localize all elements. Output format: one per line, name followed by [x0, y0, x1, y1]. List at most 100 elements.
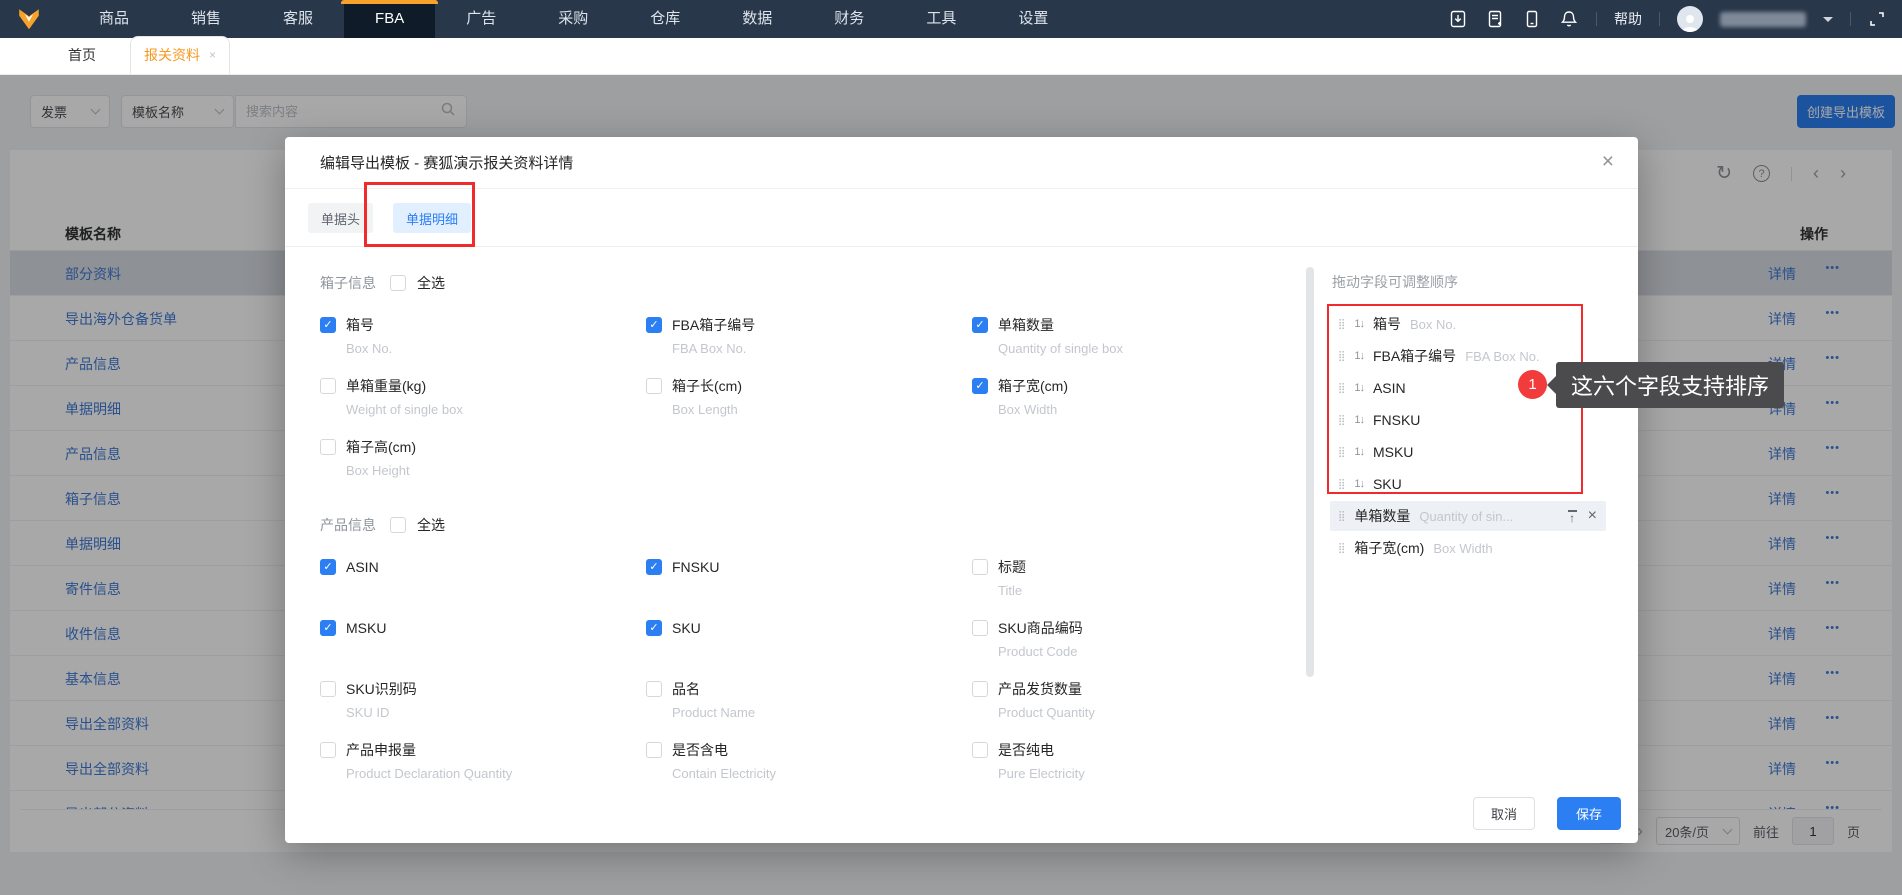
field-option[interactable]: ASIN: [320, 559, 646, 599]
close-modal-icon[interactable]: ×: [1602, 150, 1614, 174]
sortable-field-row[interactable]: ⣿ 1↓ SKU: [1330, 469, 1606, 499]
field-option[interactable]: 是否纯电 Pure Electricity: [972, 742, 1298, 782]
field-checkbox[interactable]: [320, 742, 336, 758]
field-checkbox[interactable]: [320, 559, 336, 575]
field-checkbox[interactable]: [972, 378, 988, 394]
sort-icon[interactable]: 1↓: [1354, 446, 1365, 458]
field-name-en: Quantity of sin...: [1419, 508, 1514, 524]
tab-customs-data[interactable]: 报关资料 ×: [130, 36, 231, 74]
field-checkbox[interactable]: [646, 681, 662, 697]
drag-handle-icon[interactable]: ⣿: [1338, 319, 1345, 330]
field-checkbox[interactable]: [646, 317, 662, 333]
sortable-field-row[interactable]: ⣿ 1↓ MSKU: [1330, 437, 1606, 467]
username-redacted[interactable]: [1720, 11, 1806, 27]
field-option[interactable]: 箱子宽(cm) Box Width: [972, 378, 1298, 418]
field-option[interactable]: 箱子高(cm) Box Height: [320, 439, 646, 479]
field-checkbox[interactable]: [320, 439, 336, 455]
field-option[interactable]: SKU商品编码 Product Code: [972, 620, 1298, 660]
mobile-app-icon[interactable]: [1522, 9, 1542, 29]
sort-icon[interactable]: 1↓: [1354, 478, 1365, 490]
field-option[interactable]: 箱号 Box No.: [320, 317, 646, 357]
nav-item[interactable]: 广告: [435, 0, 527, 38]
drag-handle-icon[interactable]: ⣿: [1338, 383, 1345, 394]
field-option[interactable]: 是否含电 Contain Electricity: [646, 742, 972, 782]
sort-icon[interactable]: 1↓: [1354, 318, 1365, 330]
remove-field-icon[interactable]: ×: [1588, 507, 1597, 525]
scrollbar-thumb[interactable]: [1306, 267, 1314, 677]
drag-handle-icon[interactable]: ⣿: [1338, 479, 1345, 490]
feedback-form-icon[interactable]: [1485, 9, 1505, 29]
nav-item[interactable]: 工具: [895, 0, 987, 38]
nav-item[interactable]: 仓库: [619, 0, 711, 38]
field-checkbox[interactable]: [320, 378, 336, 394]
field-checkbox[interactable]: [972, 742, 988, 758]
field-option[interactable]: 单箱重量(kg) Weight of single box: [320, 378, 646, 418]
sortable-field-row[interactable]: ⣿ 1↓ FNSKU: [1330, 405, 1606, 435]
modal-tab[interactable]: 单据头: [308, 203, 374, 233]
field-name-cn: MSKU: [1372, 444, 1414, 460]
field-checkbox[interactable]: [320, 620, 336, 636]
field-option[interactable]: SKU识别码 SKU ID: [320, 681, 646, 721]
cancel-button[interactable]: 取消: [1473, 797, 1535, 830]
logo-fox-icon[interactable]: [16, 6, 42, 32]
save-button[interactable]: 保存: [1557, 797, 1621, 830]
field-checkbox[interactable]: [646, 620, 662, 636]
field-row[interactable]: ⣿ 箱子宽(cm) Box Width: [1330, 533, 1606, 563]
field-option[interactable]: 产品发货数量 Product Quantity: [972, 681, 1298, 721]
divider: [1659, 12, 1660, 26]
field-label-en: Product Code: [998, 644, 1078, 659]
tab-home[interactable]: 首页: [54, 36, 110, 74]
field-option[interactable]: 标题 Title: [972, 559, 1298, 599]
move-to-top-icon[interactable]: ↑: [1568, 510, 1577, 524]
field-option[interactable]: MSKU: [320, 620, 646, 660]
download-app-icon[interactable]: [1448, 9, 1468, 29]
nav-item[interactable]: 采购: [527, 0, 619, 38]
field-row[interactable]: ⣿ 单箱数量 Quantity of sin... ↑ ×: [1330, 501, 1606, 531]
sort-icon[interactable]: 1↓: [1354, 414, 1365, 426]
select-all-checkbox[interactable]: [390, 517, 406, 533]
nav-item[interactable]: 财务: [803, 0, 895, 38]
nav-item[interactable]: 客服: [252, 0, 344, 38]
drag-handle-icon[interactable]: ⣿: [1338, 351, 1345, 362]
field-checkbox[interactable]: [972, 559, 988, 575]
drag-handle-icon[interactable]: ⣿: [1338, 543, 1345, 554]
field-option[interactable]: 箱子长(cm) Box Length: [646, 378, 972, 418]
field-option[interactable]: 单箱数量 Quantity of single box: [972, 317, 1298, 357]
modal-tabs: 单据头 单据明细: [285, 189, 1638, 247]
drag-handle-icon[interactable]: ⣿: [1338, 447, 1345, 458]
notification-bell-icon[interactable]: [1559, 9, 1579, 29]
nav-menu: 商品 销售 客服 FBA 广告 采购 仓库 数据 财务 工具 设置: [68, 0, 1079, 38]
field-checkbox[interactable]: [972, 620, 988, 636]
select-all-checkbox[interactable]: [390, 275, 406, 291]
select-all-label: 全选: [417, 517, 445, 533]
field-checkbox[interactable]: [972, 317, 988, 333]
drag-handle-icon[interactable]: ⣿: [1338, 511, 1345, 522]
chevron-down-icon[interactable]: [1823, 16, 1833, 27]
nav-item[interactable]: 设置: [987, 0, 1079, 38]
field-checkbox[interactable]: [646, 742, 662, 758]
field-option[interactable]: SKU: [646, 620, 972, 660]
field-checkbox[interactable]: [320, 681, 336, 697]
nav-item[interactable]: 数据: [711, 0, 803, 38]
modal-tab[interactable]: 单据明细: [393, 203, 472, 233]
sort-icon[interactable]: 1↓: [1354, 382, 1365, 394]
close-tab-icon[interactable]: ×: [209, 48, 216, 62]
nav-item[interactable]: FBA: [341, 0, 439, 38]
field-option[interactable]: 品名 Product Name: [646, 681, 972, 721]
field-checkbox[interactable]: [646, 559, 662, 575]
sort-icon[interactable]: 1↓: [1354, 350, 1365, 362]
sortable-field-row[interactable]: ⣿ 1↓ 箱号 Box No.: [1330, 309, 1606, 339]
field-option[interactable]: FBA箱子编号 FBA Box No.: [646, 317, 972, 357]
field-option[interactable]: 产品申报量 Product Declaration Quantity: [320, 742, 646, 782]
field-option[interactable]: FNSKU: [646, 559, 972, 599]
field-checkbox[interactable]: [972, 681, 988, 697]
help-link[interactable]: 帮助: [1614, 9, 1642, 29]
field-name-cn: 箱号: [1372, 316, 1401, 332]
nav-item[interactable]: 销售: [160, 0, 252, 38]
user-avatar[interactable]: [1677, 6, 1703, 32]
field-checkbox[interactable]: [646, 378, 662, 394]
fullscreen-icon[interactable]: [1868, 10, 1886, 28]
nav-item[interactable]: 商品: [68, 0, 160, 38]
drag-handle-icon[interactable]: ⣿: [1338, 415, 1345, 426]
field-checkbox[interactable]: [320, 317, 336, 333]
